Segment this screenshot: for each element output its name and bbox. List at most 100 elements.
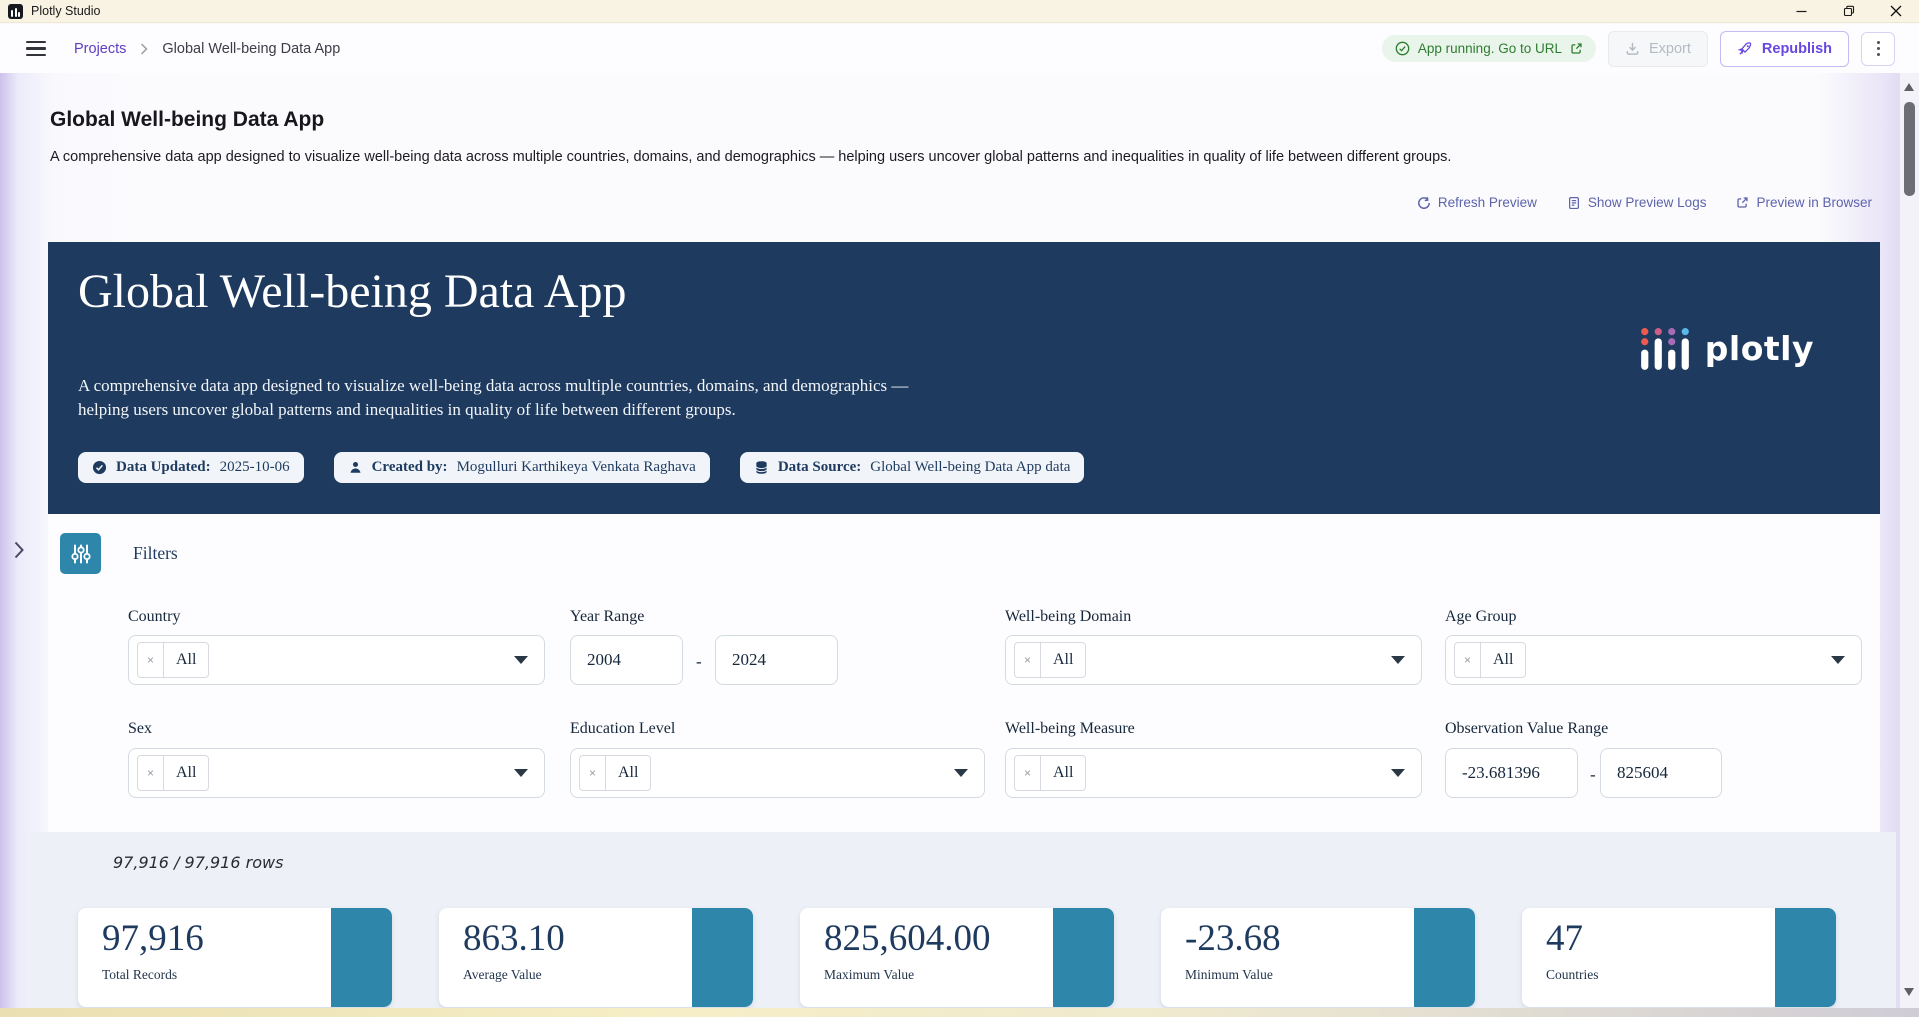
domain-label: Well-being Domain (1005, 608, 1132, 625)
total-records-card: 97,916 Total Records (78, 908, 392, 1007)
stat-cards: 97,916 Total Records 863.10 Average Valu… (78, 908, 1836, 1007)
rows-summary: 97,916 / 97,916 rows (113, 853, 284, 872)
year-range-separator: - (696, 652, 702, 671)
card-accent-block (692, 908, 753, 1007)
education-level-select[interactable]: × All (570, 748, 985, 798)
scrollbar-thumb[interactable] (1904, 102, 1915, 196)
check-circle-icon (1395, 41, 1410, 56)
page-description: A comprehensive data app designed to vis… (50, 149, 1452, 165)
dropdown-arrow-icon (514, 769, 528, 777)
breadcrumb: Projects Global Well-being Data App (74, 41, 340, 57)
measure-label: Well-being Measure (1005, 720, 1135, 737)
value-range-separator: - (1590, 765, 1596, 784)
user-icon (350, 461, 361, 473)
app-toolbar: Projects Global Well-being Data App App … (0, 24, 1919, 73)
logs-icon (1568, 196, 1579, 209)
dropdown-arrow-icon (954, 769, 968, 777)
plotly-logo: plotly (1639, 326, 1814, 371)
year-from-input[interactable] (570, 635, 683, 685)
data-source-badge: Data Source: Global Well-being Data App … (739, 452, 1085, 483)
page-canvas: Global Well-being Data App A comprehensi… (0, 73, 1919, 1017)
created-by-badge: Created by: Mogulluri Karthikeya Venkata… (333, 452, 710, 483)
dropdown-arrow-icon (1831, 656, 1845, 664)
export-button[interactable]: Export (1607, 30, 1708, 67)
page-title: Global Well-being Data App (50, 108, 325, 131)
window-titlebar: Plotly Studio (0, 0, 1919, 23)
filters-sliders-icon (60, 533, 101, 574)
country-select[interactable]: × All (128, 635, 545, 685)
data-updated-badge: Data Updated: 2025-10-06 (78, 452, 304, 483)
clear-icon[interactable]: × (1454, 642, 1481, 678)
database-icon (755, 461, 767, 474)
card-accent-block (1775, 908, 1836, 1007)
hero-badges: Data Updated: 2025-10-06 Created by: Mog… (78, 452, 1085, 483)
refresh-preview-link[interactable]: Refresh Preview (1417, 195, 1537, 210)
dropdown-arrow-icon (1391, 769, 1405, 777)
bottom-edge-strip (0, 1008, 1919, 1017)
clear-icon[interactable]: × (137, 755, 164, 791)
card-accent-block (331, 908, 392, 1007)
countries-card: 47 Countries (1522, 908, 1836, 1007)
plotly-logo-mark (1640, 328, 1689, 370)
minimize-icon (1796, 10, 1807, 12)
breadcrumb-projects-link[interactable]: Projects (74, 41, 126, 57)
plotly-logo-text: plotly (1704, 329, 1814, 368)
breadcrumb-chevron-icon (140, 42, 148, 55)
card-accent-block (1414, 908, 1475, 1007)
preview-in-browser-link[interactable]: Preview in Browser (1736, 195, 1872, 210)
maximum-value-card: 825,604.00 Maximum Value (800, 908, 1114, 1007)
breadcrumb-current: Global Well-being Data App (162, 40, 341, 57)
sex-select[interactable]: × All (128, 748, 545, 798)
sidebar-expand-toggle[interactable] (13, 540, 25, 560)
republish-button[interactable]: Republish (1719, 30, 1849, 67)
sex-label: Sex (128, 720, 152, 737)
year-range-label: Year Range (570, 608, 645, 625)
preview-actions: Refresh Preview Show Preview Logs Previe… (1417, 195, 1872, 210)
hero-title: Global Well-being Data App (78, 265, 627, 318)
wellbeing-domain-select[interactable]: × All (1005, 635, 1422, 685)
value-range-label: Observation Value Range (1445, 720, 1609, 737)
minimize-button[interactable] (1778, 0, 1825, 22)
hero-banner: Global Well-being Data App A comprehensi… (48, 242, 1880, 514)
close-icon (1890, 5, 1901, 17)
clear-icon[interactable]: × (1014, 755, 1041, 791)
value-from-input[interactable] (1445, 748, 1578, 798)
restore-button[interactable] (1825, 0, 1872, 22)
value-to-input[interactable] (1600, 748, 1722, 798)
scroll-up-arrow-icon[interactable] (1904, 83, 1914, 91)
age-group-select[interactable]: × All (1445, 635, 1862, 685)
hero-description: A comprehensive data app designed to vis… (78, 376, 909, 420)
external-link-icon (1737, 197, 1749, 208)
year-to-input[interactable] (715, 635, 838, 685)
scroll-down-arrow-icon[interactable] (1904, 988, 1914, 996)
clear-icon[interactable]: × (579, 755, 606, 791)
refresh-icon (1417, 196, 1430, 209)
app-running-label: App running. Go to URL (1417, 41, 1562, 56)
close-button[interactable] (1872, 0, 1919, 22)
wellbeing-measure-select[interactable]: × All (1005, 748, 1422, 798)
download-icon (1626, 42, 1639, 55)
external-link-icon (1571, 43, 1582, 54)
filters-panel: Filters Country Year Range Well-being Do… (48, 514, 1880, 832)
window-controls (1778, 0, 1919, 22)
check-circle-icon (92, 460, 107, 475)
chevron-right-icon (14, 541, 24, 559)
menu-icon[interactable] (26, 41, 46, 56)
vertical-scrollbar[interactable] (1900, 73, 1919, 1008)
minimum-value-card: -23.68 Minimum Value (1161, 908, 1475, 1007)
app-running-badge[interactable]: App running. Go to URL (1381, 35, 1596, 62)
kebab-icon (1876, 41, 1880, 44)
education-label: Education Level (570, 720, 676, 737)
stats-section: 97,916 / 97,916 rows 97,916 Total Record… (30, 832, 1896, 1017)
age-group-label: Age Group (1445, 608, 1517, 625)
export-label: Export (1648, 40, 1691, 57)
clear-icon[interactable]: × (137, 642, 164, 678)
country-label: Country (128, 608, 181, 625)
more-options-button[interactable] (1861, 31, 1895, 66)
show-preview-logs-link[interactable]: Show Preview Logs (1567, 195, 1706, 210)
dropdown-arrow-icon (1391, 656, 1405, 664)
clear-icon[interactable]: × (1014, 642, 1041, 678)
restore-icon (1843, 5, 1854, 17)
dropdown-arrow-icon (514, 656, 528, 664)
rocket-icon (1737, 41, 1752, 55)
